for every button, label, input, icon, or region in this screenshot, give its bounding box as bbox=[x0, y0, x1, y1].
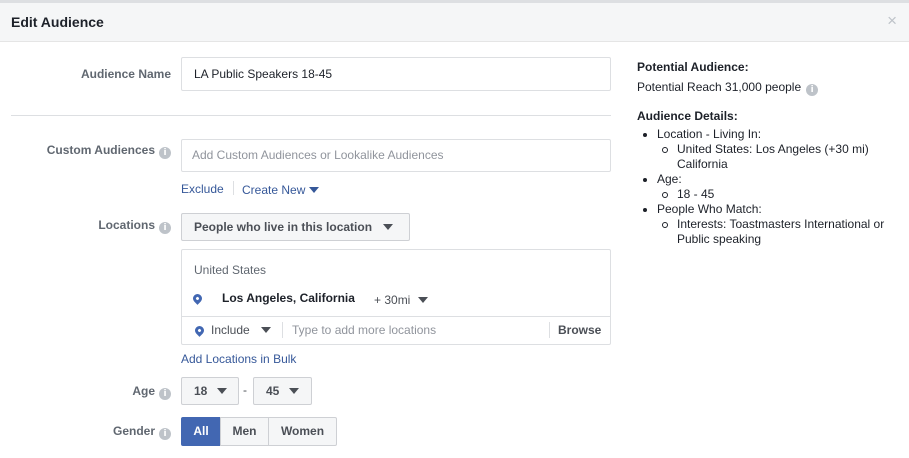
sub-list: Interests: Toastmasters International or… bbox=[657, 217, 897, 247]
close-icon[interactable]: × bbox=[887, 12, 897, 29]
caret-down-icon bbox=[288, 388, 299, 394]
location-type-dropdown[interactable]: People who live in this location bbox=[181, 213, 410, 241]
add-locations-bulk-link[interactable]: Add Locations in Bulk bbox=[181, 352, 296, 366]
info-icon[interactable]: i bbox=[159, 147, 171, 159]
create-new-label: Create New bbox=[242, 183, 306, 197]
caret-down-icon bbox=[308, 187, 319, 193]
location-city: Los Angeles, California bbox=[222, 291, 355, 305]
location-pin-icon bbox=[191, 292, 204, 305]
custom-audiences-input[interactable]: Add Custom Audiences or Lookalike Audien… bbox=[181, 139, 611, 172]
info-icon[interactable]: i bbox=[806, 84, 819, 96]
caret-down-icon bbox=[417, 297, 428, 303]
potential-audience-heading: Potential Audience: bbox=[637, 60, 749, 74]
section-divider bbox=[11, 115, 611, 116]
detail-label: People Who Match: bbox=[657, 202, 762, 216]
detail-label: Age: bbox=[657, 172, 682, 186]
info-icon[interactable]: i bbox=[159, 388, 171, 400]
location-row-divider bbox=[182, 316, 610, 317]
age-min-value: 18 bbox=[194, 384, 208, 398]
sub-list: 18 - 45 bbox=[657, 187, 897, 202]
list-item: Location - Living In: United States: Los… bbox=[637, 127, 897, 172]
location-type-label: People who live in this location bbox=[194, 220, 373, 234]
locations-label: Locations i bbox=[40, 218, 171, 234]
browse-separator bbox=[549, 322, 550, 338]
link-separator bbox=[233, 181, 234, 195]
list-item: United States: Los Angeles (+30 mi) Cali… bbox=[657, 142, 897, 172]
include-separator bbox=[282, 322, 283, 338]
caret-down-icon bbox=[383, 224, 394, 230]
list-item: Interests: Toastmasters International or… bbox=[657, 217, 897, 247]
list-item: 18 - 45 bbox=[657, 187, 897, 202]
custom-audiences-label-text: Custom Audiences bbox=[46, 143, 155, 157]
audience-name-input[interactable]: LA Public Speakers 18-45 bbox=[181, 57, 611, 91]
location-country: United States bbox=[194, 263, 267, 277]
exclude-link[interactable]: Exclude bbox=[181, 182, 224, 196]
dialog-header: Edit Audience × bbox=[0, 3, 909, 42]
dialog-title: Edit Audience bbox=[11, 14, 104, 30]
location-pin-icon bbox=[193, 324, 206, 337]
locations-label-text: Locations bbox=[98, 218, 155, 232]
audience-details-heading: Audience Details: bbox=[637, 109, 738, 123]
age-max-value: 45 bbox=[266, 384, 280, 398]
info-icon[interactable]: i bbox=[159, 428, 171, 440]
list-item: Age: 18 - 45 bbox=[637, 172, 897, 202]
detail-label: Location - Living In: bbox=[657, 127, 762, 141]
potential-reach-text: Potential Reach 31,000 people bbox=[637, 80, 802, 94]
gender-all-button[interactable]: All bbox=[181, 417, 221, 446]
create-new-link[interactable]: Create New bbox=[242, 183, 319, 197]
audience-name-label: Audience Name bbox=[80, 67, 171, 81]
list-item: People Who Match: Interests: Toastmaster… bbox=[637, 202, 897, 247]
gender-women-button[interactable]: Women bbox=[268, 417, 337, 446]
age-label: Age i bbox=[100, 384, 171, 400]
info-icon[interactable]: i bbox=[159, 222, 171, 234]
gender-men-button[interactable]: Men bbox=[220, 417, 269, 446]
potential-reach-row: Potential Reach 31,000 people i bbox=[637, 80, 897, 96]
age-separator: - bbox=[243, 383, 247, 397]
include-dropdown[interactable]: Include bbox=[211, 323, 272, 337]
audience-summary-panel: Potential Audience: Potential Reach 31,0… bbox=[637, 60, 897, 247]
age-max-dropdown[interactable]: 45 bbox=[253, 377, 312, 405]
location-search-input[interactable]: Type to add more locations bbox=[292, 323, 436, 337]
browse-button[interactable]: Browse bbox=[558, 323, 601, 337]
include-label: Include bbox=[211, 323, 250, 337]
custom-audiences-label: Custom Audiences i bbox=[20, 143, 171, 159]
gender-label-text: Gender bbox=[112, 424, 155, 438]
location-box: United States Los Angeles, California + … bbox=[181, 249, 611, 345]
age-label-text: Age bbox=[132, 384, 155, 398]
radius-dropdown[interactable]: + 30mi bbox=[374, 293, 428, 307]
radius-value: + 30mi bbox=[374, 293, 411, 307]
audience-details-list: Location - Living In: United States: Los… bbox=[637, 127, 897, 247]
sub-list: United States: Los Angeles (+30 mi) Cali… bbox=[657, 142, 897, 172]
caret-down-icon bbox=[216, 388, 227, 394]
age-min-dropdown[interactable]: 18 bbox=[181, 377, 239, 405]
gender-label: Gender i bbox=[90, 424, 171, 440]
caret-down-icon bbox=[261, 327, 272, 333]
